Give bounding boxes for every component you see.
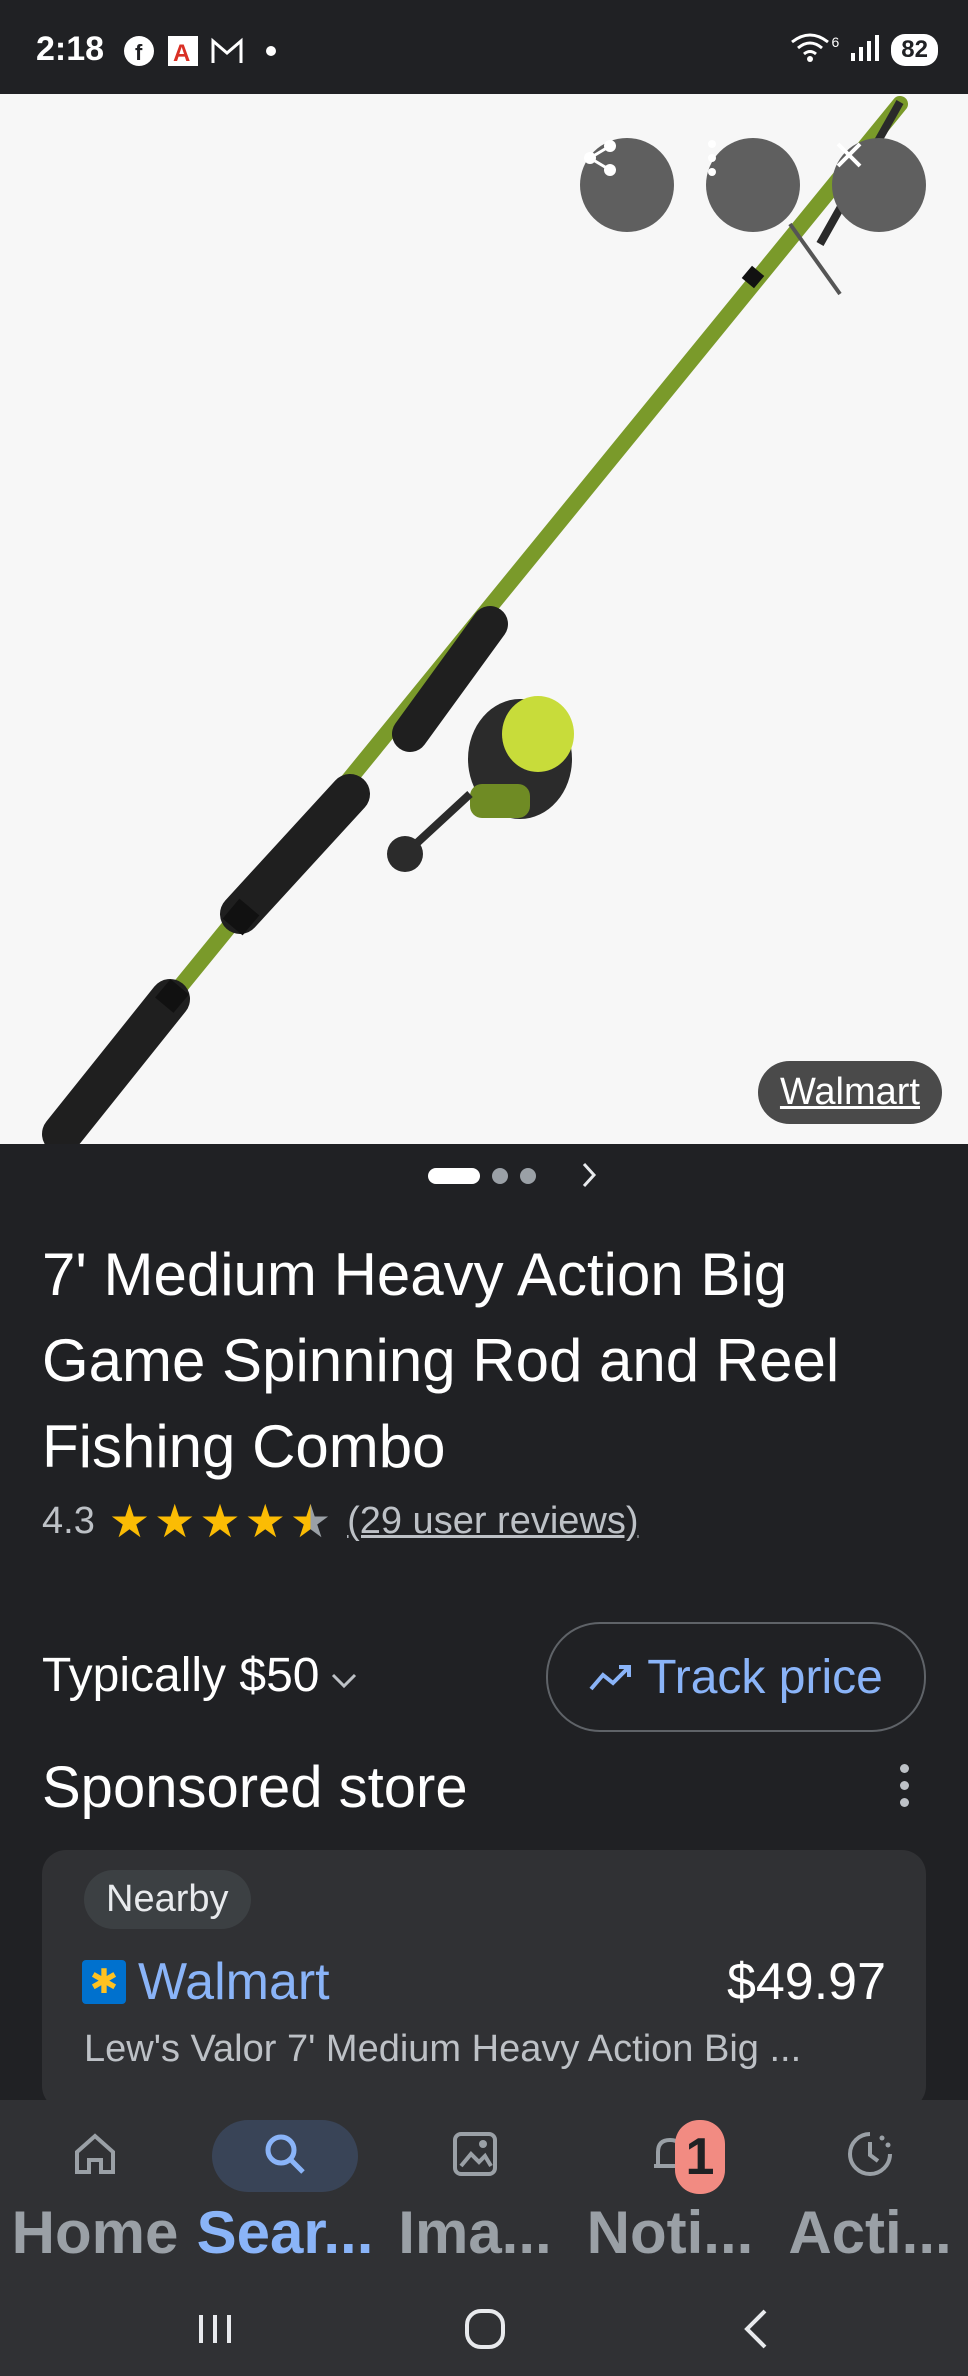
recent-apps-icon [193,2309,237,2354]
bottom-navigation: Home Sear... Ima... 1 Noti... Acti... [0,2100,968,2276]
store-name-row: ✱ Walmart [82,1952,330,2012]
product-image-viewer[interactable]: Walmart [0,94,968,1144]
home-system-button[interactable] [440,2296,530,2366]
star-icon: ★ [199,1495,241,1547]
nav-item-home[interactable]: Home [0,2100,190,2276]
star-icon: ★ [108,1495,151,1547]
activity-icon [844,2128,896,2185]
carousel-indicator [428,1168,536,1184]
status-bar: 2:18 f A 6 82 [0,0,968,94]
nav-label-activity: Acti... [788,2199,952,2266]
wifi-icon [790,32,830,67]
images-icon [449,2128,501,2185]
system-navigation-bar [0,2276,968,2376]
walmart-logo-icon: ✱ [82,1960,126,2004]
rating-value: 4.3 [42,1499,95,1542]
trending-icon [589,1650,633,1705]
nav-label-notifications: Noti... [586,2199,754,2266]
nav-label-home: Home [11,2199,179,2266]
nav-label-search: Sear... [196,2199,374,2266]
typical-price-label: Typically $50 [42,1649,320,1702]
status-right: 6 82 [790,32,938,67]
carousel-dot[interactable] [492,1168,508,1184]
svg-text:A: A [173,40,190,67]
source-link[interactable]: Walmart [757,1061,942,1124]
star-icon: ★ [244,1495,286,1547]
rating-row: 4.3 ★ ★ ★ ★ ★ (29 user reviews) [42,1498,639,1544]
product-title: 7' Medium Heavy Action Big Game Spinning… [42,1241,840,1480]
fishing-rod-image [42,96,908,1144]
nearby-badge: Nearby [84,1870,251,1929]
nav-item-activity[interactable]: Acti... [775,2100,965,2276]
signal-icon [849,33,881,66]
back-button[interactable] [710,2296,800,2366]
battery-indicator: 82 [891,33,938,66]
close-button[interactable] [832,138,926,232]
half-star-icon: ★ [289,1495,332,1547]
store-description: Lew's Valor 7' Medium Heavy Action Big .… [84,2028,802,2070]
price-row: Typically $50 Track price [42,1622,926,1732]
search-icon [261,2130,309,2183]
nav-item-notifications[interactable]: 1 Noti... [575,2100,765,2276]
reviews-link[interactable]: (29 user reviews) [347,1500,638,1543]
nav-item-search[interactable]: Sear... [190,2100,380,2276]
carousel-next-icon[interactable] [580,1160,600,1198]
recent-apps-button[interactable] [170,2296,260,2366]
section-title: Sponsored store [42,1755,468,1820]
gmail-icon [210,34,244,68]
more-options-button[interactable] [706,138,800,232]
signal-type-label: 6 [831,33,840,50]
star-rating: ★ ★ ★ ★ ★ [109,1498,331,1544]
chevron-down-icon [329,1648,359,1703]
home-circle-icon [461,2305,509,2358]
track-price-label: Track price [647,1650,883,1704]
dot-icon [254,34,288,68]
facebook-icon: f [122,34,156,68]
store-card[interactable]: Nearby ✱ Walmart $49.97 Lew's Valor 7' M… [42,1850,926,2110]
share-button[interactable] [580,138,674,232]
section-more-icon[interactable] [898,1764,910,1807]
svg-text:f: f [135,40,143,65]
carousel-dot[interactable] [520,1168,536,1184]
track-price-button[interactable]: Track price [546,1622,926,1732]
store-name[interactable]: Walmart [138,1952,330,2012]
status-time: 2:18 [36,30,105,68]
notification-badge: 1 [675,2120,725,2194]
notification-icons: f A [122,34,288,68]
typical-price-dropdown[interactable]: Typically $50 [42,1648,359,1703]
star-icon: ★ [154,1495,196,1547]
nav-label-images: Ima... [398,2199,552,2266]
nav-item-images[interactable]: Ima... [380,2100,570,2276]
carousel-dot[interactable] [428,1168,480,1184]
back-icon [735,2305,775,2358]
news-app-icon: A [166,34,200,68]
home-icon [71,2130,119,2183]
store-price: $49.97 [726,1953,886,2011]
